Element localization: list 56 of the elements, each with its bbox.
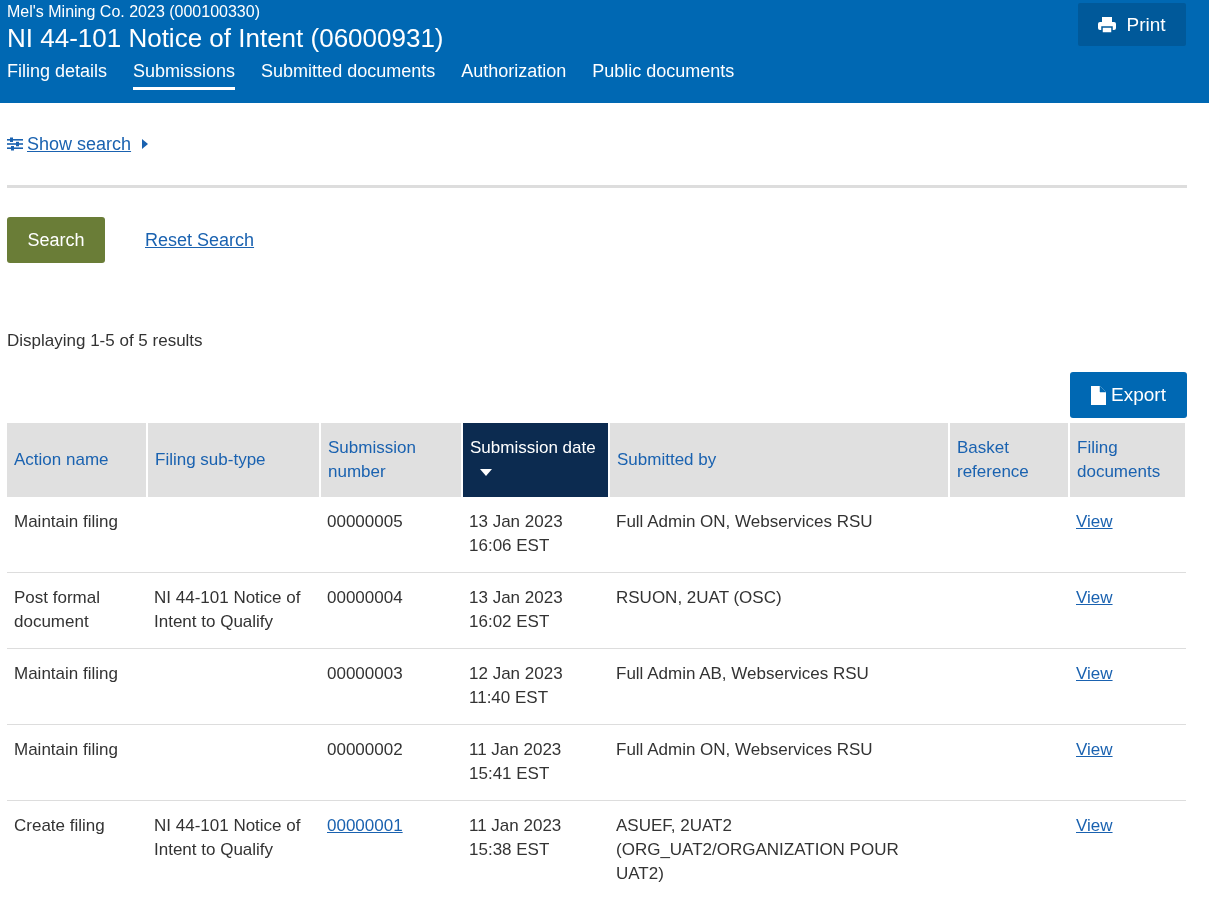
view-link[interactable]: View — [1076, 816, 1113, 835]
document-icon — [1091, 385, 1107, 405]
nav-tab[interactable]: Submitted documents — [261, 61, 436, 90]
table-cell: 00000004 — [327, 588, 403, 607]
reset-search-link[interactable]: Reset Search — [145, 229, 255, 251]
nav-tab[interactable]: Authorization — [461, 61, 567, 90]
show-search-link[interactable]: Show search — [27, 133, 132, 155]
table-cell-text: 11 Jan 2023 — [469, 815, 563, 837]
table-cell-text: 13 Jan 2023 — [469, 511, 564, 533]
view-link[interactable]: View — [1076, 512, 1113, 531]
export-button[interactable]: Export — [1070, 372, 1187, 418]
table-cell-text: 15:41 EST — [469, 763, 551, 785]
nav-tab[interactable]: Submissions — [133, 61, 236, 90]
table-cell: NI 44-101 Notice of Intent to Qualify — [154, 816, 301, 859]
print-button[interactable]: Print — [1078, 3, 1186, 46]
table-cell: Post formal document — [14, 588, 100, 631]
table-cell-text: 13 Jan 2023 — [469, 587, 564, 609]
table-cell-text: 16:06 EST — [469, 535, 551, 557]
table-cell: 00000005 — [327, 512, 403, 531]
table-cell-text: 11 Jan 2023 — [469, 739, 563, 761]
results-summary: Displaying 1-5 of 5 results — [7, 331, 204, 351]
column-header[interactable]: Filing sub-type — [147, 423, 320, 497]
column-header[interactable]: Basket reference — [949, 423, 1069, 497]
column-header[interactable]: Filing documents — [1069, 423, 1186, 497]
table-cell-text: 11:40 EST — [469, 687, 550, 709]
table-cell-text: 12 Jan 2023 — [469, 663, 564, 685]
table-cell: Full Admin ON, Webservices RSU — [616, 512, 873, 531]
table-cell: NI 44-101 Notice of Intent to Qualify — [154, 588, 301, 631]
table-cell-text: 16:02 EST — [469, 611, 551, 633]
table-cell: ASUEF, 2UAT2 (ORG_UAT2/ORGANIZATION POUR UAT2) — [616, 816, 899, 883]
nav-tab[interactable]: Filing details — [7, 61, 108, 90]
table-cell: Full Admin ON, Webservices RSU — [616, 740, 873, 759]
column-header[interactable]: Submitted by — [609, 423, 949, 497]
sliders-icon — [7, 137, 23, 151]
column-header[interactable]: Action name — [7, 423, 147, 497]
table-cell: 00000002 — [327, 740, 403, 759]
column-header[interactable]: Submission date — [462, 423, 609, 497]
sort-caret-icon — [480, 469, 492, 476]
view-link[interactable]: View — [1076, 740, 1113, 759]
table-cell: Maintain filing — [14, 740, 118, 759]
submission-number-link[interactable]: 00000001 — [327, 816, 403, 835]
company-name: Mel's Mining Co. 2023 (000100330) — [7, 3, 261, 21]
table-cell: RSUON, 2UAT (OSC) — [616, 588, 782, 607]
printer-icon — [1098, 16, 1117, 33]
filing-title: NI 44-101 Notice of Intent (06000931) — [7, 23, 444, 53]
table-cell-text: 15:38 EST — [469, 839, 551, 861]
table-cell: Maintain filing — [14, 512, 118, 531]
table-cell: Create filing — [14, 816, 105, 835]
nav-tab[interactable]: Public documents — [592, 61, 735, 90]
view-link[interactable]: View — [1076, 664, 1113, 683]
table-cell: Maintain filing — [14, 664, 118, 683]
column-header[interactable]: Submission number — [320, 423, 462, 497]
search-button[interactable]: Search — [7, 217, 105, 263]
view-link[interactable]: View — [1076, 588, 1113, 607]
table-cell: Full Admin AB, Webservices RSU — [616, 664, 869, 683]
table-cell: 00000003 — [327, 664, 403, 683]
